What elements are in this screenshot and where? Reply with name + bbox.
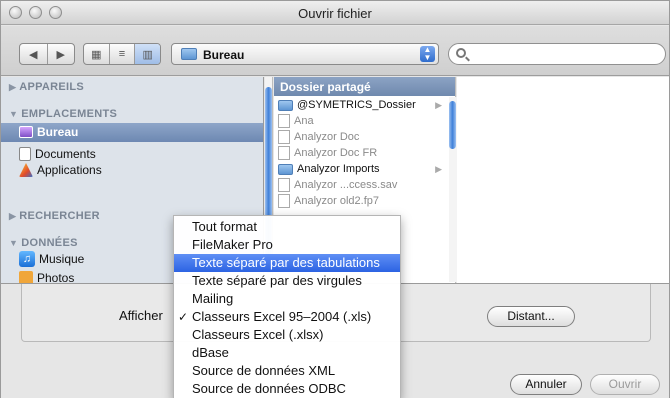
sidebar-item-documents[interactable]: Documents	[19, 147, 96, 161]
menu-item-label: Classeurs Excel (.xlsx)	[192, 327, 324, 342]
file-icon	[278, 194, 290, 208]
folder-icon	[278, 163, 293, 175]
folder-icon	[181, 48, 197, 60]
menu-item-label: Texte séparé par des tabulations	[192, 255, 380, 270]
menu-item-label: Source de données ODBC	[192, 381, 346, 396]
disclosure-triangle-icon[interactable]: ▶	[9, 82, 16, 92]
menu-item[interactable]: Texte séparé par des virgules	[174, 272, 400, 290]
sidebar-item-musique[interactable]: ♫ Musique	[19, 251, 84, 267]
search-input[interactable]	[471, 47, 661, 61]
file-name: Analyzor ...ccess.sav	[294, 179, 398, 191]
menu-item-label: Source de données XML	[192, 363, 336, 378]
sidebar-section-emplacements[interactable]: ▼ EMPLACEMENTS	[9, 108, 117, 120]
menu-item-label: Mailing	[192, 291, 234, 306]
menu-item-label: FileMaker Pro	[192, 237, 273, 252]
file-name: Analyzor Imports	[297, 163, 380, 175]
back-forward-control: ◀ ▶	[19, 43, 75, 65]
menu-item[interactable]: Tout format	[174, 218, 400, 236]
sidebar-section-donnees[interactable]: ▼ DONNÉES	[9, 237, 78, 249]
column-2-scrollbar[interactable]	[449, 97, 457, 282]
disclosure-arrow-icon: ▶	[435, 99, 442, 110]
file-format-menu: Tout format FileMaker Pro Texte séparé par…	[173, 215, 401, 398]
open-file-dialog: Ouvrir fichier ◀ ▶ ▦ ≡ ▥ Bureau ▲ ▼ ▶ APPA…	[0, 0, 670, 398]
file-icon	[278, 146, 290, 160]
menu-item[interactable]: Mailing	[174, 290, 400, 308]
icon-view-button[interactable]: ▦	[84, 44, 110, 64]
sidebar-section-rechercher[interactable]: ▶ RECHERCHER	[9, 210, 100, 222]
column-view-button[interactable]: ▥	[135, 44, 160, 64]
menu-item[interactable]: FileMaker Pro	[174, 236, 400, 254]
afficher-label: Afficher	[119, 308, 163, 323]
file-icon	[278, 114, 290, 128]
desktop-icon	[19, 126, 33, 138]
sidebar-item-bureau[interactable]: Bureau	[1, 123, 263, 142]
menu-item-label: Texte séparé par des virgules	[192, 273, 362, 288]
file-row[interactable]: Ana	[274, 113, 446, 129]
file-icon	[278, 130, 290, 144]
file-name: Ana	[294, 115, 314, 127]
distant-button[interactable]: Distant...	[487, 306, 575, 327]
file-row[interactable]: Analyzor ...ccess.sav	[274, 177, 446, 193]
file-row[interactable]: @SYMETRICS_Dossier ▶	[274, 97, 446, 113]
menu-item-label: Tout format	[192, 219, 258, 234]
menu-item[interactable]: ✓ Classeurs Excel 95–2004 (.xls)	[174, 308, 400, 326]
menu-item[interactable]: Texte séparé par des tabulations	[174, 254, 400, 272]
disclosure-triangle-icon[interactable]: ▼	[9, 238, 18, 248]
sidebar-section-appareils[interactable]: ▶ APPAREILS	[9, 81, 84, 93]
search-field[interactable]	[448, 43, 666, 65]
sidebar-item-photos[interactable]: Photos	[19, 271, 74, 283]
browser-column-3	[457, 77, 669, 283]
menu-item[interactable]: Source de données ODBC	[174, 380, 400, 398]
file-row[interactable]: Analyzor Imports ▶	[274, 161, 446, 177]
menu-item[interactable]: dBase	[174, 344, 400, 362]
menu-item[interactable]: Source de données XML	[174, 362, 400, 380]
file-name: Analyzor Doc FR	[294, 147, 378, 159]
toolbar: ◀ ▶ ▦ ≡ ▥ Bureau ▲ ▼	[1, 26, 669, 76]
location-label: Bureau	[203, 48, 245, 62]
search-icon	[456, 48, 466, 58]
disclosure-triangle-icon[interactable]: ▼	[9, 109, 18, 119]
view-mode-control: ▦ ≡ ▥	[83, 43, 161, 65]
menu-item[interactable]: Classeurs Excel (.xlsx)	[174, 326, 400, 344]
menu-item-label: Classeurs Excel 95–2004 (.xls)	[192, 309, 372, 324]
file-name: Analyzor Doc	[294, 131, 360, 143]
column-header: Dossier partagé	[274, 77, 455, 96]
document-icon	[19, 147, 31, 161]
column-2-scroll-thumb[interactable]	[449, 101, 456, 149]
popup-arrows-icon: ▲ ▼	[420, 46, 435, 62]
menu-item-label: dBase	[192, 345, 229, 360]
file-row[interactable]: Analyzor old2.fp7	[274, 193, 446, 209]
back-button[interactable]: ◀	[20, 44, 48, 64]
list-view-button[interactable]: ≡	[110, 44, 136, 64]
folder-icon	[278, 99, 293, 111]
file-name: @SYMETRICS_Dossier	[297, 99, 416, 111]
forward-button[interactable]: ▶	[48, 44, 75, 64]
location-popup[interactable]: Bureau ▲ ▼	[171, 43, 439, 65]
file-row[interactable]: Analyzor Doc FR	[274, 145, 446, 161]
music-note-icon: ♫	[19, 251, 35, 267]
open-button[interactable]: Ouvrir	[590, 374, 660, 395]
disclosure-triangle-icon[interactable]: ▶	[9, 211, 16, 221]
window-title: Ouvrir fichier	[298, 6, 372, 21]
file-name: Analyzor old2.fp7	[294, 195, 379, 207]
cancel-button[interactable]: Annuler	[510, 374, 582, 395]
applications-icon	[19, 163, 33, 177]
photos-icon	[19, 271, 33, 283]
sidebar-item-applications[interactable]: Applications	[19, 163, 102, 177]
file-row[interactable]: Analyzor Doc	[274, 129, 446, 145]
disclosure-arrow-icon: ▶	[435, 163, 442, 174]
checkmark-icon: ✓	[178, 310, 189, 324]
file-icon	[278, 178, 290, 192]
title-bar: Ouvrir fichier	[1, 1, 669, 25]
